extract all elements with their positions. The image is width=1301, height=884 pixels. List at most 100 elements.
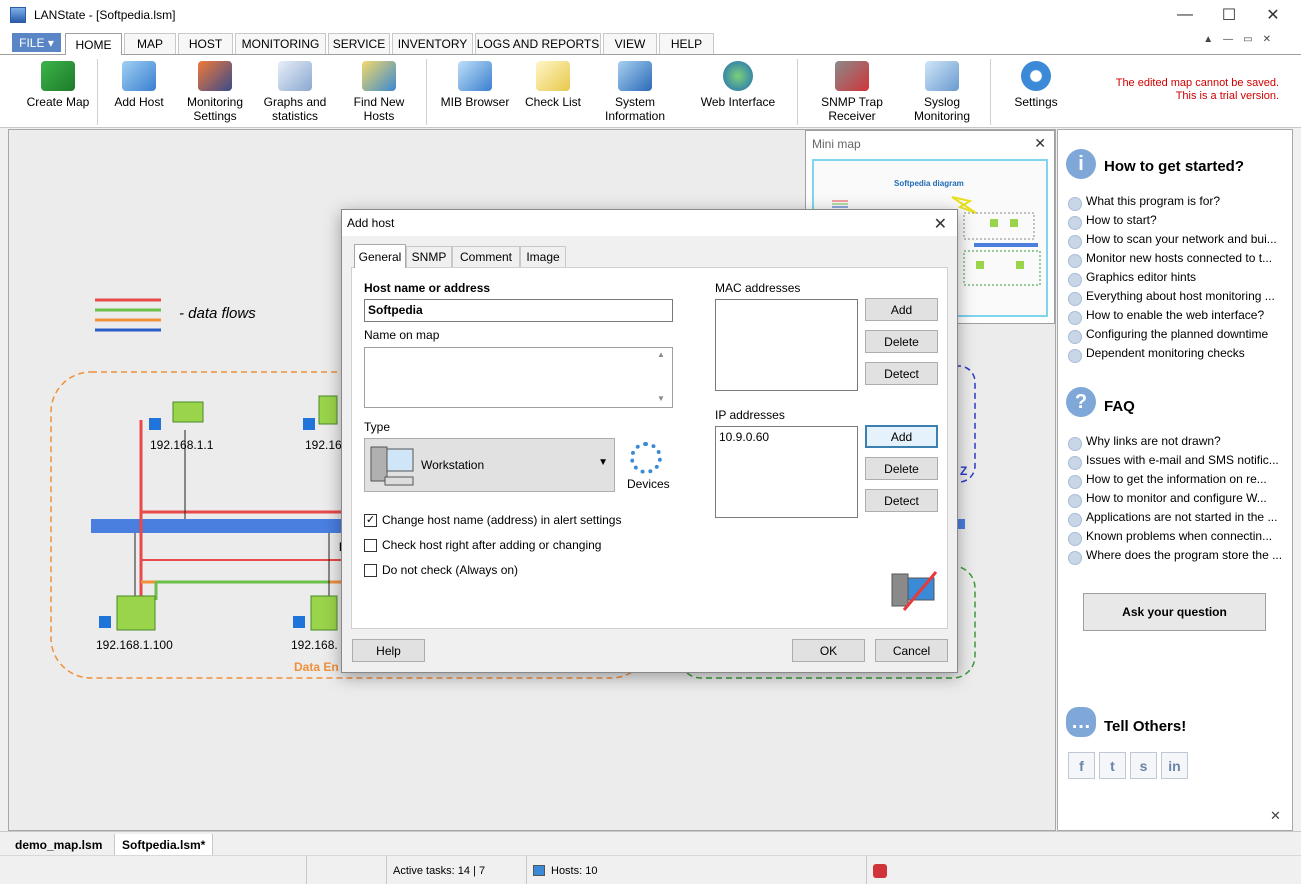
check-list-button[interactable]: Check List xyxy=(522,61,584,125)
checkbox-check-host[interactable]: Check host right after adding or changin… xyxy=(364,538,601,552)
host-name-label: Host name or address xyxy=(364,281,491,295)
find-new-hosts-button[interactable]: Find New Hosts xyxy=(346,61,412,125)
help-link[interactable]: How to start? xyxy=(1068,213,1290,232)
mac-list[interactable] xyxy=(715,299,858,391)
faq-link[interactable]: Why links are not drawn? xyxy=(1068,434,1290,453)
checkbox-box[interactable] xyxy=(364,538,377,552)
dialog-title: Add host xyxy=(347,216,395,230)
ribbon-window-controls[interactable]: ▲—▭✕ xyxy=(1203,34,1281,45)
type-label: Type xyxy=(364,420,391,434)
help-link[interactable]: Everything about host monitoring ... xyxy=(1068,289,1290,308)
host-name-input[interactable]: Softpedia xyxy=(364,299,673,322)
graphs-button[interactable]: Graphs and statistics xyxy=(258,61,332,125)
system-information-button[interactable]: System Information xyxy=(598,61,672,125)
tab-file[interactable]: FILE ▾ xyxy=(12,33,61,52)
hosts-status: Hosts: 10 xyxy=(526,856,866,884)
help-link[interactable]: What this program is for? xyxy=(1068,194,1290,213)
host-label[interactable]: 192.168.1.1 xyxy=(150,438,213,452)
syslog-monitoring-button[interactable]: Syslog Monitoring xyxy=(906,61,978,125)
skype-icon[interactable]: s xyxy=(1130,752,1157,779)
tab-help[interactable]: HELP xyxy=(659,33,714,54)
linkedin-icon[interactable]: in xyxy=(1161,752,1188,779)
dialog-title-bar: Add host ✕ xyxy=(342,210,957,236)
ok-button[interactable]: OK xyxy=(792,639,865,662)
faq-link[interactable]: Applications are not started in the ... xyxy=(1068,510,1290,529)
name-on-map-input[interactable] xyxy=(364,347,673,408)
close-icon[interactable]: ✕ xyxy=(1034,135,1046,152)
checkbox-box[interactable]: ✓ xyxy=(364,513,377,527)
checkbox-do-not-check[interactable]: Do not check (Always on) xyxy=(364,563,518,577)
help-button[interactable]: Help xyxy=(352,639,425,662)
help-link[interactable]: Configuring the planned downtime xyxy=(1068,327,1290,346)
facebook-icon[interactable]: f xyxy=(1068,752,1095,779)
web-interface-button[interactable]: Web Interface xyxy=(696,61,780,125)
faq-link[interactable]: Where does the program store the ... xyxy=(1068,548,1290,567)
checkbox-box[interactable] xyxy=(364,563,377,577)
mib-browser-icon xyxy=(458,61,492,91)
help-link[interactable]: Dependent monitoring checks xyxy=(1068,346,1290,365)
maximize-icon[interactable]: ☐ xyxy=(1206,0,1252,30)
doc-tab-demo-map[interactable]: demo_map.lsm xyxy=(8,834,109,856)
cancel-button[interactable]: Cancel xyxy=(875,639,948,662)
find-hosts-icon xyxy=(362,61,396,91)
type-select[interactable]: Workstation ▼ xyxy=(364,438,615,492)
close-icon[interactable]: ✕ xyxy=(1250,0,1296,30)
settings-button[interactable]: Settings xyxy=(1006,61,1066,125)
graphs-icon xyxy=(278,61,312,91)
close-icon[interactable]: ✕ xyxy=(934,214,947,234)
host-label[interactable]: 192.168.1.100 xyxy=(96,638,173,652)
tab-home[interactable]: HOME xyxy=(65,33,122,55)
tab-inventory[interactable]: INVENTORY xyxy=(392,33,473,54)
minimize-icon[interactable]: — xyxy=(1162,0,1208,30)
gear-icon[interactable] xyxy=(630,442,662,474)
devices-label[interactable]: Devices xyxy=(627,477,670,491)
tab-view[interactable]: VIEW xyxy=(603,33,657,54)
faq-link[interactable]: Issues with e-mail and SMS notific... xyxy=(1068,453,1290,472)
ip-list-item[interactable]: 10.9.0.60 xyxy=(719,430,854,444)
doc-tab-softpedia[interactable]: Softpedia.lsm* xyxy=(114,834,214,856)
tab-general[interactable]: General xyxy=(354,244,406,268)
host-label[interactable]: 192.168. xyxy=(291,638,338,652)
tab-snmp[interactable]: SNMP xyxy=(406,246,452,267)
tab-image[interactable]: Image xyxy=(520,246,566,267)
faq-link[interactable]: How to monitor and configure W... xyxy=(1068,491,1290,510)
checkbox-change-name[interactable]: ✓ Change host name (address) in alert se… xyxy=(364,513,621,527)
server-icon xyxy=(310,595,338,631)
ip-list[interactable]: 10.9.0.60 xyxy=(715,426,858,518)
ip-detect-button[interactable]: Detect xyxy=(865,489,938,512)
host-label[interactable]: 192.16 xyxy=(305,438,342,452)
mib-browser-button[interactable]: MIB Browser xyxy=(436,61,514,125)
faq-link[interactable]: How to get the information on re... xyxy=(1068,472,1290,491)
alert-status[interactable] xyxy=(866,856,906,884)
ip-delete-button[interactable]: Delete xyxy=(865,457,938,480)
help-link[interactable]: How to enable the web interface? xyxy=(1068,308,1290,327)
help-link[interactable]: How to scan your network and bui... xyxy=(1068,232,1290,251)
status-bar: Active tasks: 14 | 7 Hosts: 10 xyxy=(0,855,1301,884)
help-link[interactable]: Graphics editor hints xyxy=(1068,270,1290,289)
globe-icon xyxy=(723,61,753,91)
add-host-button[interactable]: Add Host xyxy=(106,61,172,125)
ip-label: IP addresses xyxy=(715,408,785,422)
close-icon[interactable]: ✕ xyxy=(1270,808,1281,824)
tab-logs-and-reports[interactable]: LOGS AND REPORTS xyxy=(475,33,601,54)
scroll-down-icon[interactable]: ▼ xyxy=(657,394,665,403)
tab-service[interactable]: SERVICE xyxy=(328,33,390,54)
mac-detect-button[interactable]: Detect xyxy=(865,362,938,385)
create-map-button[interactable]: Create Map xyxy=(22,61,94,125)
scroll-up-icon[interactable]: ▲ xyxy=(657,350,665,359)
ip-add-button[interactable]: Add xyxy=(865,425,938,448)
help-link[interactable]: Monitor new hosts connected to t... xyxy=(1068,251,1290,270)
twitter-icon[interactable]: t xyxy=(1099,752,1126,779)
add-host-icon xyxy=(122,61,156,91)
ask-question-button[interactable]: Ask your question xyxy=(1083,593,1266,631)
mac-add-button[interactable]: Add xyxy=(865,298,938,321)
mac-delete-button[interactable]: Delete xyxy=(865,330,938,353)
snmp-trap-receiver-button[interactable]: SNMP Trap Receiver xyxy=(816,61,888,125)
check-list-icon xyxy=(536,61,570,91)
tab-monitoring[interactable]: MONITORING xyxy=(235,33,326,54)
tab-map[interactable]: MAP xyxy=(124,33,176,54)
tab-host[interactable]: HOST xyxy=(178,33,233,54)
tab-comment[interactable]: Comment xyxy=(452,246,520,267)
faq-link[interactable]: Known problems when connectin... xyxy=(1068,529,1290,548)
monitoring-settings-button[interactable]: Monitoring Settings xyxy=(178,61,252,125)
